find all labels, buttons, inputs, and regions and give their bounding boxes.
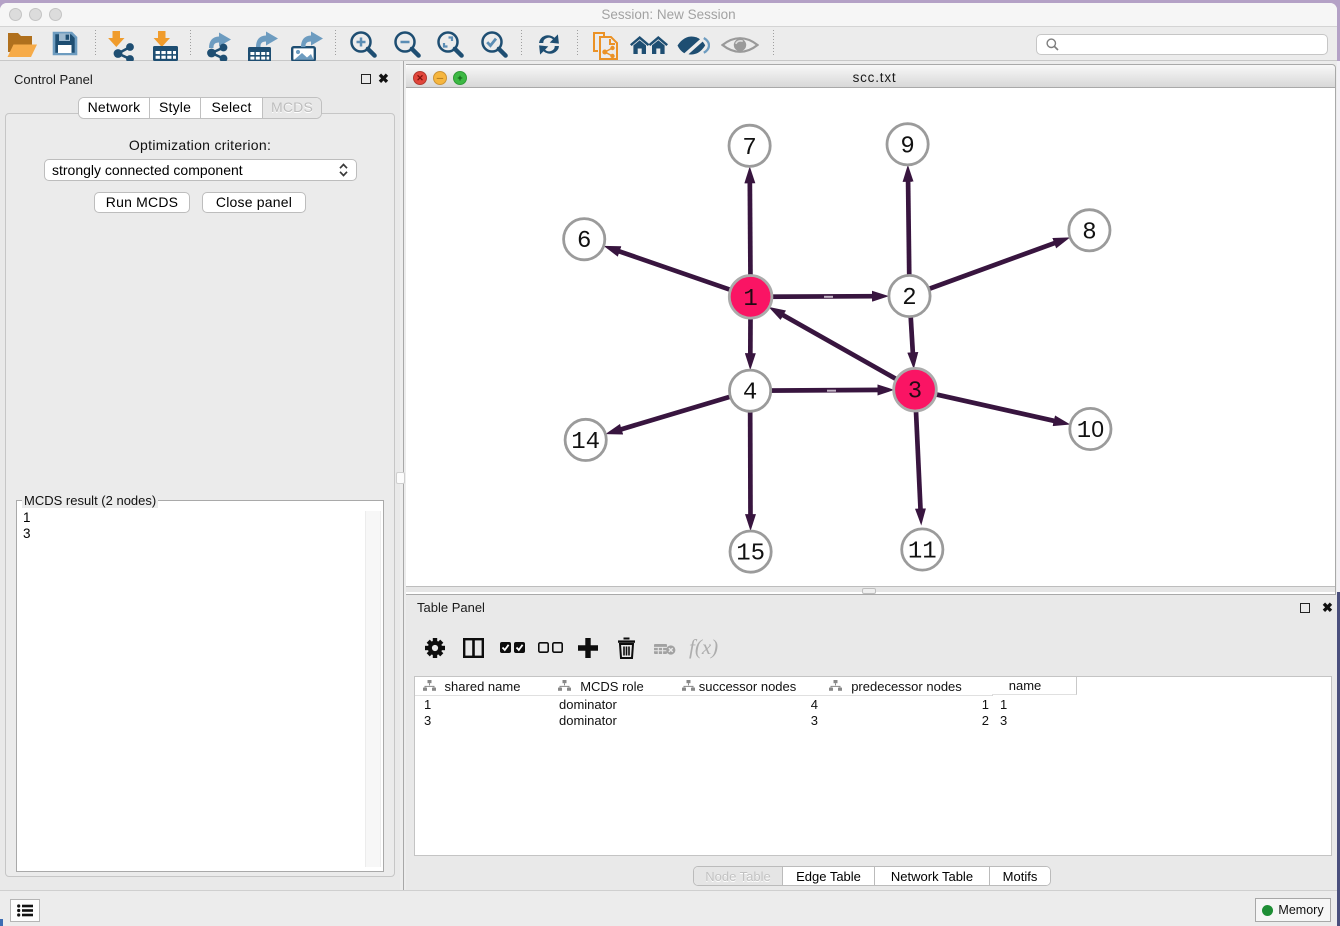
svg-text:3: 3 — [908, 379, 922, 406]
svg-text:10: 10 — [1077, 416, 1104, 445]
svg-text:6: 6 — [577, 228, 591, 255]
svg-text:7: 7 — [742, 135, 756, 162]
svg-text:2: 2 — [902, 285, 916, 312]
svg-text:9: 9 — [900, 133, 914, 160]
svg-text:4: 4 — [743, 380, 757, 407]
svg-text:11: 11 — [908, 539, 937, 566]
svg-text:1: 1 — [743, 286, 757, 313]
svg-text:14: 14 — [571, 429, 600, 456]
svg-text:8: 8 — [1082, 219, 1096, 246]
svg-text:15: 15 — [736, 541, 765, 568]
